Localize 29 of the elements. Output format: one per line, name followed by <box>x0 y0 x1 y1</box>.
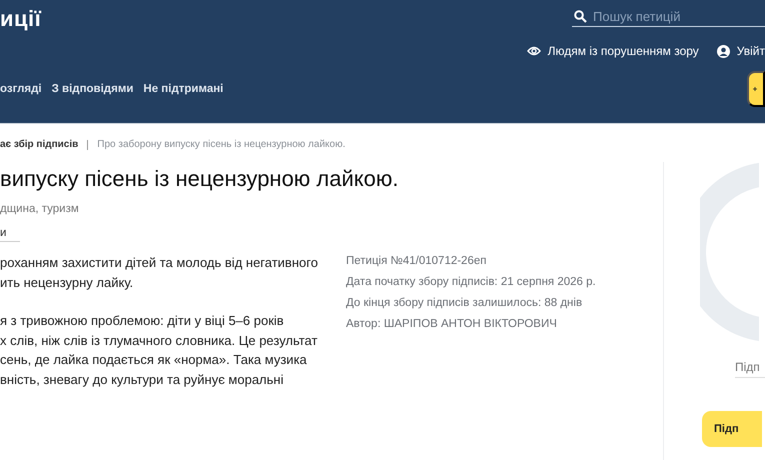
user-icon <box>716 44 730 58</box>
petition-category: дщина, туризм <box>0 203 80 215</box>
content-tab[interactable]: и <box>0 227 20 242</box>
petition-meta: До кінця збору підписів залишилось: 88 днів <box>346 296 584 310</box>
header-link[interactable]: Людям із порушенням зору <box>526 44 699 58</box>
body-text-line: ить нецензурну лайку. <box>0 274 134 292</box>
nav-tab[interactable]: озгляді <box>0 83 42 95</box>
petition-meta: Дата початку збору підписів: 21 серпня 2026 р. <box>346 275 596 289</box>
nav-tab[interactable]: З відповідями <box>52 83 134 95</box>
eye-icon <box>526 46 541 56</box>
signatures-label: Підп <box>735 360 765 378</box>
site-logo[interactable]: иції <box>0 6 42 32</box>
plus-icon <box>753 84 757 94</box>
sign-button[interactable]: Підп <box>702 411 762 447</box>
breadcrumb-current: Про заборону випуску пісень із нецензурною лайкою. <box>97 139 346 150</box>
breadcrumb-link[interactable]: ає збір підписів <box>0 139 78 150</box>
add-button[interactable] <box>747 71 765 107</box>
search-field[interactable]: Пошук петицій <box>593 9 753 24</box>
nav-tab[interactable]: Не підтримані <box>143 83 224 95</box>
body-text-line: вність, зневагу до культури та руйнує моральні <box>0 370 284 389</box>
body-text-line: роханням захистити дітей та молодь від негативного <box>0 254 319 272</box>
petition-title: випуску пісень із нецензурною лайкою. <box>0 166 400 192</box>
body-text-line: х слів, ніж слів із тлумачного словника. Це результат <box>0 332 318 350</box>
body-text-line: я з тривожною проблемою: діти у віці 5–6 років <box>0 312 285 330</box>
petition-meta: Автор: ШАРІПОВ АНТОН ВІКТОРОВИЧ <box>346 317 558 331</box>
petition-meta: Петиція №41/010712-26еп <box>346 254 488 268</box>
header-link[interactable]: Увійт <box>716 44 765 58</box>
body-text-line: сень, де лайка подається як «норма». Така музика <box>0 351 308 369</box>
search-icon <box>574 10 587 23</box>
